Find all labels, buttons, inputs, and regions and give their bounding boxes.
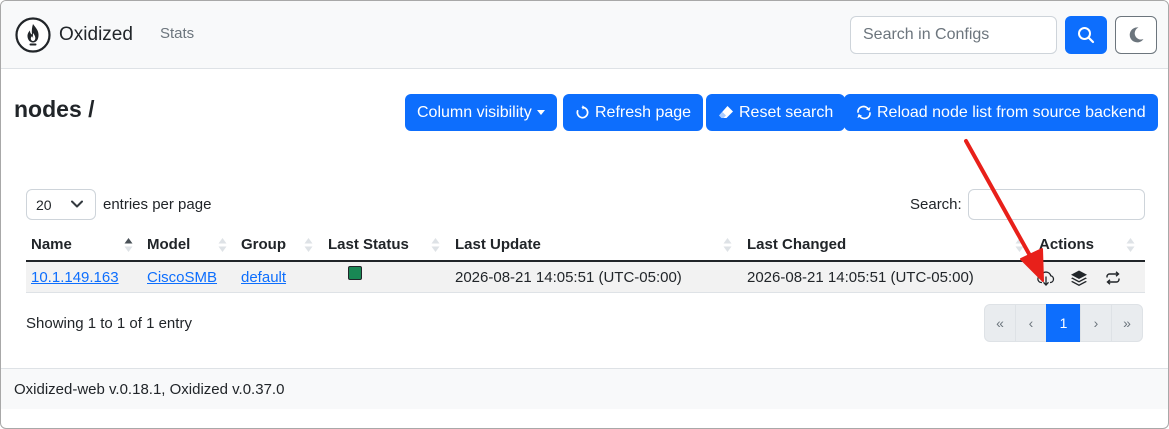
navbar: Oxidized Stats (1, 1, 1168, 69)
layers-icon[interactable] (1070, 269, 1088, 287)
pagination-previous[interactable]: ‹ (1015, 304, 1047, 342)
entries-per-page-select[interactable]: 20 (26, 189, 96, 220)
reset-search-label: Reset search (739, 103, 834, 121)
node-model-link[interactable]: CiscoSMB (147, 269, 217, 286)
sort-icon (218, 238, 227, 252)
refresh-page-button[interactable]: Refresh page (563, 94, 704, 131)
moon-icon (1129, 27, 1144, 43)
table-search-input[interactable] (968, 189, 1145, 220)
nav-link-stats[interactable]: Stats (160, 25, 194, 42)
sort-icon (723, 238, 732, 252)
column-header-last-update[interactable]: Last Update (455, 236, 541, 253)
brand-name: Oxidized (59, 24, 133, 45)
sort-icon (431, 238, 440, 252)
brand[interactable]: Oxidized (15, 17, 133, 53)
pagination-last[interactable]: » (1111, 304, 1143, 342)
search-icon (1078, 27, 1095, 44)
page-title: nodes / (14, 96, 95, 122)
last-changed-cell: 2026-08-21 14:05:51 (UTC-05:00) (747, 269, 974, 286)
last-update-cell: 2026-08-21 14:05:51 (UTC-05:00) (455, 269, 682, 286)
sort-ascending-icon (124, 238, 133, 252)
pagination-first[interactable]: « (984, 304, 1016, 342)
version-info: Oxidized-web v.0.18.1, Oxidized v.0.37.0 (14, 381, 285, 398)
table-search-label: Search: (910, 196, 962, 213)
repeat-icon[interactable] (1104, 269, 1122, 287)
sort-icon (1015, 238, 1024, 252)
refresh-icon (576, 105, 589, 119)
reload-node-list-button[interactable]: Reload node list from source backend (844, 94, 1158, 131)
status-badge (348, 266, 362, 280)
node-group-link[interactable]: default (241, 269, 286, 286)
sort-icon (1126, 238, 1135, 252)
pagination-next[interactable]: › (1080, 304, 1112, 342)
sort-icon (304, 238, 313, 252)
refresh-page-label: Refresh page (595, 103, 692, 121)
reload-node-list-label: Reload node list from source backend (877, 103, 1146, 121)
cloud-download-icon[interactable] (1037, 269, 1055, 287)
node-name-link[interactable]: 10.1.149.163 (31, 269, 119, 286)
column-header-group[interactable]: Group (241, 236, 286, 253)
column-header-model[interactable]: Model (147, 236, 190, 253)
entries-per-page-label: entries per page (103, 196, 212, 213)
column-header-last-status[interactable]: Last Status (328, 236, 409, 253)
column-header-name[interactable]: Name (31, 236, 72, 253)
config-search-button[interactable] (1065, 16, 1107, 54)
reload-icon (857, 105, 871, 120)
table-info: Showing 1 to 1 of 1 entry (26, 315, 192, 332)
chevron-down-icon (71, 200, 83, 208)
column-header-last-changed[interactable]: Last Changed (747, 236, 846, 253)
dark-mode-toggle[interactable] (1115, 16, 1157, 54)
eraser-icon (719, 106, 733, 118)
column-header-actions[interactable]: Actions (1039, 236, 1094, 253)
pagination: « ‹ 1 › » (984, 304, 1143, 342)
pagination-page-1[interactable]: 1 (1046, 304, 1081, 342)
column-visibility-button[interactable]: Column visibility (405, 94, 557, 131)
entries-per-page-value: 20 (36, 196, 52, 213)
app-window: Oxidized Stats nodes / Column visibility… (0, 0, 1169, 429)
caret-down-icon (536, 110, 545, 115)
oxidized-flame-logo-icon (15, 17, 51, 53)
reset-search-button[interactable]: Reset search (706, 94, 846, 131)
column-visibility-label: Column visibility (417, 103, 532, 121)
config-search-input[interactable] (850, 16, 1057, 54)
page-footer: Oxidized-web v.0.18.1, Oxidized v.0.37.0 (1, 368, 1168, 409)
